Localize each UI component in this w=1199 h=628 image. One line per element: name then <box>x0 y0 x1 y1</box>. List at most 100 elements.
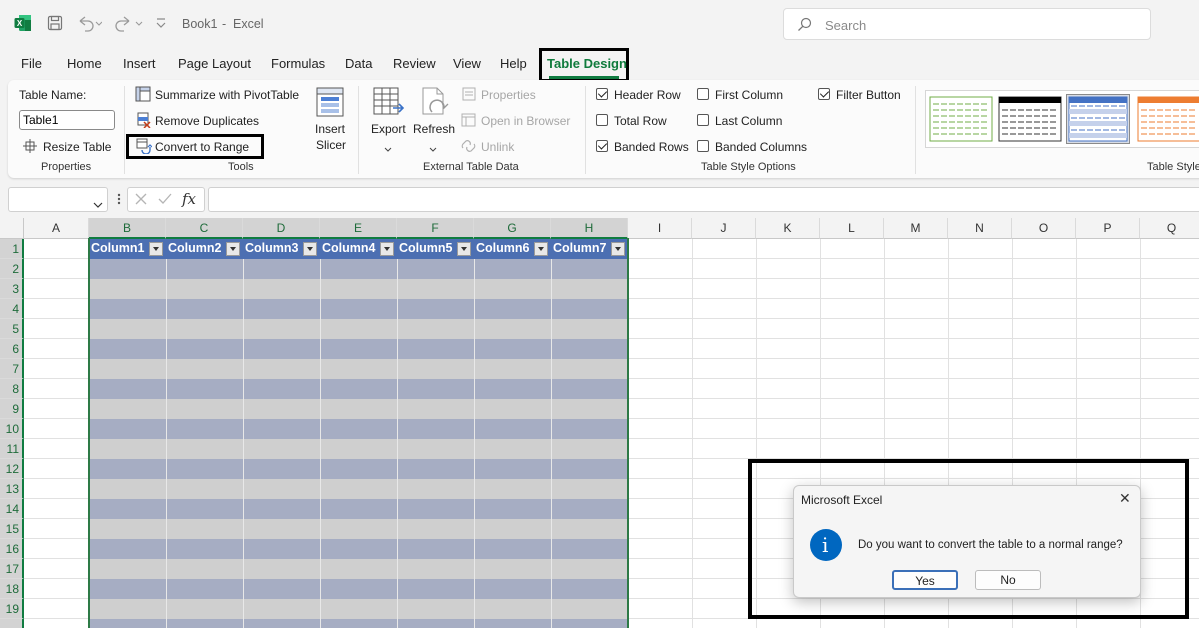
export-icon[interactable] <box>373 86 405 118</box>
enter-checkmark-icon[interactable] <box>157 192 172 206</box>
yes-button[interactable]: Yes <box>892 570 958 590</box>
column-header-i[interactable]: I <box>628 218 692 239</box>
last-column-checkbox[interactable] <box>697 114 709 126</box>
insert-slicer-label-1[interactable]: Insert <box>315 122 345 136</box>
resize-table-button[interactable]: Resize Table <box>43 140 111 154</box>
column-header-d[interactable]: D <box>243 218 320 239</box>
column-header-h[interactable]: H <box>551 218 628 239</box>
no-button[interactable]: No <box>975 570 1041 590</box>
tab-file[interactable]: File <box>21 56 42 71</box>
insert-slicer-icon[interactable] <box>315 86 345 118</box>
column-header-l[interactable]: L <box>820 218 884 239</box>
tab-review[interactable]: Review <box>393 56 436 71</box>
row-header-12[interactable]: 12 <box>0 459 24 479</box>
export-button[interactable]: Export <box>371 122 406 136</box>
export-dropdown-icon[interactable] <box>384 141 392 152</box>
row-header-8[interactable]: 8 <box>0 379 24 399</box>
refresh-button[interactable]: Refresh <box>413 122 455 136</box>
open-in-browser-button[interactable]: Open in Browser <box>481 114 570 128</box>
column-header-b[interactable]: B <box>89 218 166 239</box>
column-header-a[interactable]: A <box>24 218 89 239</box>
row-header-19[interactable]: 19 <box>0 599 24 619</box>
first-column-checkbox[interactable] <box>697 88 709 100</box>
row-header-4[interactable]: 4 <box>0 299 24 319</box>
row-header-7[interactable]: 7 <box>0 359 24 379</box>
redo-icon[interactable] <box>115 14 143 32</box>
row-header-5[interactable]: 5 <box>0 319 24 339</box>
banded-columns-checkbox[interactable] <box>697 140 709 152</box>
row-header-2[interactable]: 2 <box>0 259 24 279</box>
convert-to-range-button[interactable]: Convert to Range <box>155 140 249 154</box>
banded-columns-label: Banded Columns <box>715 140 808 154</box>
row-header-13[interactable]: 13 <box>0 479 24 499</box>
banded-rows-checkbox[interactable] <box>596 140 608 152</box>
properties-button[interactable]: Properties <box>481 88 536 102</box>
ribbon-separator <box>124 86 125 174</box>
window-filename: Book1 <box>182 17 218 31</box>
insert-slicer-label-2[interactable]: Slicer <box>316 138 346 152</box>
column-header-j[interactable]: J <box>692 218 756 239</box>
row-header-1[interactable]: 1 <box>0 239 24 259</box>
more-options-icon[interactable] <box>116 192 122 206</box>
tab-data[interactable]: Data <box>345 56 372 71</box>
insert-function-icon[interactable]: fx <box>182 190 196 208</box>
column-header-k[interactable]: K <box>756 218 820 239</box>
column-header-q[interactable]: Q <box>1140 218 1199 239</box>
customize-qat-icon[interactable] <box>155 16 167 30</box>
row-header-16[interactable]: 16 <box>0 539 24 559</box>
column-header-f[interactable]: F <box>397 218 474 239</box>
column-header-g[interactable]: G <box>474 218 551 239</box>
summarize-pivot-button[interactable]: Summarize with PivotTable <box>155 88 299 102</box>
row-header-9[interactable]: 9 <box>0 399 24 419</box>
column-header-e[interactable]: E <box>320 218 397 239</box>
column-header-c[interactable]: C <box>166 218 243 239</box>
table-style-black[interactable] <box>998 94 1062 144</box>
dialog-message: Do you want to convert the table to a no… <box>858 539 1123 551</box>
column-header-o[interactable]: O <box>1012 218 1076 239</box>
row-header-6[interactable]: 6 <box>0 339 24 359</box>
tab-view[interactable]: View <box>453 56 481 71</box>
convert-to-range-icon <box>136 138 153 155</box>
row-header-20[interactable] <box>0 619 24 628</box>
row-header-14[interactable]: 14 <box>0 499 24 519</box>
refresh-icon[interactable] <box>420 86 450 118</box>
tab-help[interactable]: Help <box>500 56 527 71</box>
name-box[interactable] <box>8 187 108 212</box>
search-icon <box>797 17 812 32</box>
select-all-corner[interactable] <box>0 218 24 239</box>
header-row-checkbox[interactable] <box>596 88 608 100</box>
group-label-tools: Tools <box>228 161 254 173</box>
tab-home[interactable]: Home <box>67 56 102 71</box>
column-header-m[interactable]: M <box>884 218 948 239</box>
row-header-18[interactable]: 18 <box>0 579 24 599</box>
dialog-close-icon[interactable]: ✕ <box>1119 490 1131 507</box>
filter-button-checkbox[interactable] <box>818 88 830 100</box>
formula-input[interactable] <box>208 187 1199 212</box>
refresh-dropdown-icon[interactable] <box>429 141 437 152</box>
tab-table-design[interactable]: Table Design <box>547 56 627 71</box>
filter-button-label: Filter Button <box>836 88 901 102</box>
unlink-button[interactable]: Unlink <box>481 140 514 154</box>
row-header-11[interactable]: 11 <box>0 439 24 459</box>
row-header-10[interactable]: 10 <box>0 419 24 439</box>
tab-formulas[interactable]: Formulas <box>271 56 325 71</box>
table-style-green[interactable] <box>929 94 993 144</box>
table-name-input[interactable] <box>19 110 115 130</box>
column-header-n[interactable]: N <box>948 218 1012 239</box>
save-icon[interactable] <box>47 15 63 31</box>
table-style-blue-selected[interactable] <box>1066 94 1130 144</box>
column-header-p[interactable]: P <box>1076 218 1140 239</box>
cancel-icon[interactable] <box>134 192 148 206</box>
tab-page-layout[interactable]: Page Layout <box>178 56 251 71</box>
tab-insert[interactable]: Insert <box>123 56 156 71</box>
total-row-checkbox[interactable] <box>596 114 608 126</box>
chevron-down-icon[interactable] <box>93 197 103 208</box>
table-style-orange[interactable] <box>1137 94 1199 144</box>
group-label-table-style-options: Table Style Options <box>701 161 796 173</box>
search-box[interactable]: Search <box>783 8 1151 40</box>
remove-duplicates-button[interactable]: Remove Duplicates <box>155 114 259 128</box>
row-header-17[interactable]: 17 <box>0 559 24 579</box>
undo-icon[interactable] <box>76 14 103 32</box>
row-header-15[interactable]: 15 <box>0 519 24 539</box>
row-header-3[interactable]: 3 <box>0 279 24 299</box>
